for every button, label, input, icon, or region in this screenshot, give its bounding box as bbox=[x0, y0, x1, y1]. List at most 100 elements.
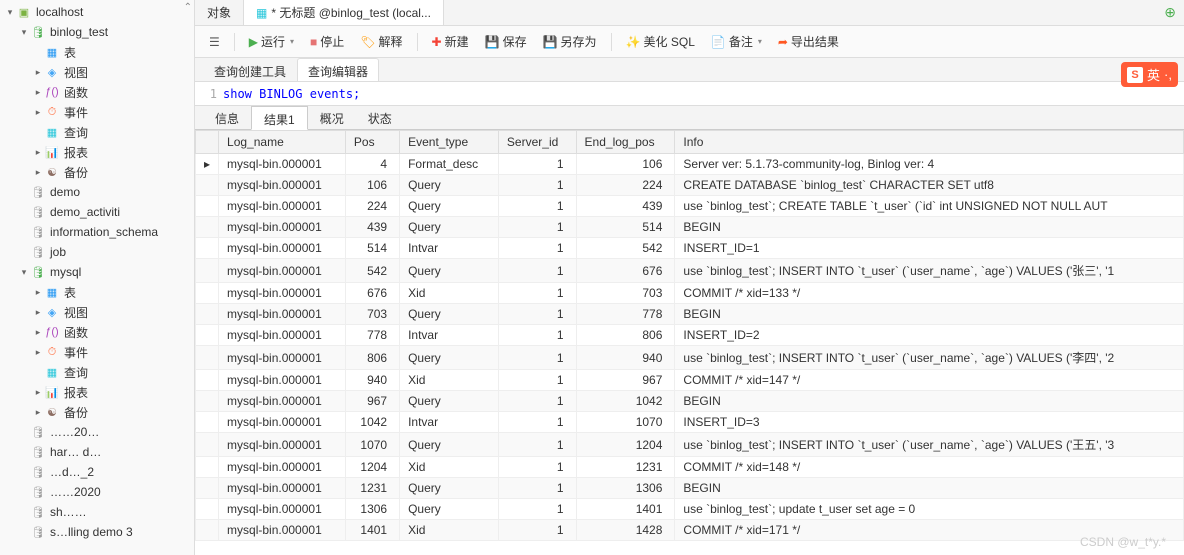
cell[interactable]: Intvar bbox=[400, 412, 499, 433]
tree-item[interactable]: 🛢job bbox=[0, 242, 194, 262]
chevron-down-icon[interactable]: ▾ bbox=[290, 37, 294, 46]
expander-icon[interactable] bbox=[18, 206, 30, 218]
tab-info[interactable]: 信息 bbox=[203, 106, 251, 129]
tree-item[interactable]: 🛢……2020 bbox=[0, 482, 194, 502]
cell[interactable]: 676 bbox=[345, 283, 399, 304]
tab-query-editor[interactable]: 查询编辑器 bbox=[297, 58, 379, 81]
tree-item[interactable]: ▦表 bbox=[0, 42, 194, 62]
expander-icon[interactable] bbox=[18, 466, 30, 478]
cell[interactable]: 806 bbox=[576, 325, 675, 346]
cell[interactable]: 106 bbox=[345, 175, 399, 196]
expander-icon[interactable] bbox=[18, 486, 30, 498]
cell[interactable]: use `binlog_test`; INSERT INTO `t_user` … bbox=[675, 259, 1184, 283]
cell[interactable]: mysql-bin.000001 bbox=[219, 499, 346, 520]
table-row[interactable]: mysql-bin.0000011204Xid11231COMMIT /* xi… bbox=[196, 457, 1184, 478]
expander-icon[interactable]: ▾ bbox=[18, 266, 30, 278]
expander-icon[interactable]: ▸ bbox=[32, 306, 44, 318]
table-row[interactable]: mysql-bin.000001106Query1224CREATE DATAB… bbox=[196, 175, 1184, 196]
tree-item[interactable]: ▸▦表 bbox=[0, 282, 194, 302]
cell[interactable]: 1 bbox=[498, 346, 576, 370]
expander-icon[interactable] bbox=[18, 246, 30, 258]
table-row[interactable]: mysql-bin.0000011042Intvar11070INSERT_ID… bbox=[196, 412, 1184, 433]
tree-item[interactable]: ▾🛢binlog_test bbox=[0, 22, 194, 42]
cell[interactable]: BEGIN bbox=[675, 391, 1184, 412]
cell[interactable]: 1 bbox=[498, 304, 576, 325]
cell[interactable]: BEGIN bbox=[675, 478, 1184, 499]
cell[interactable]: mysql-bin.000001 bbox=[219, 154, 346, 175]
cell[interactable]: Intvar bbox=[400, 325, 499, 346]
collapse-sidebar-icon[interactable]: ⌃ bbox=[184, 2, 192, 13]
tree-item[interactable]: ▦查询 bbox=[0, 362, 194, 382]
cell[interactable]: 1 bbox=[498, 433, 576, 457]
table-row[interactable]: mysql-bin.000001676Xid1703COMMIT /* xid=… bbox=[196, 283, 1184, 304]
expander-icon[interactable]: ▸ bbox=[32, 286, 44, 298]
expander-icon[interactable] bbox=[32, 366, 44, 378]
table-row[interactable]: mysql-bin.000001224Query1439use `binlog_… bbox=[196, 196, 1184, 217]
tree-item[interactable]: 🛢information_schema bbox=[0, 222, 194, 242]
tree-item[interactable]: ▸ƒ()函数 bbox=[0, 322, 194, 342]
cell[interactable]: Query bbox=[400, 346, 499, 370]
tree-item[interactable]: 🛢s…lling demo 3 bbox=[0, 522, 194, 542]
cell[interactable]: 1070 bbox=[576, 412, 675, 433]
cell[interactable]: mysql-bin.000001 bbox=[219, 304, 346, 325]
cell[interactable]: 439 bbox=[345, 217, 399, 238]
cell[interactable]: Query bbox=[400, 196, 499, 217]
table-row[interactable]: mysql-bin.000001703Query1778BEGIN bbox=[196, 304, 1184, 325]
cell[interactable]: Query bbox=[400, 433, 499, 457]
cell[interactable]: 1306 bbox=[576, 478, 675, 499]
cell[interactable]: 1 bbox=[498, 520, 576, 541]
tab-objects[interactable]: 对象 bbox=[195, 0, 244, 25]
cell[interactable]: 1042 bbox=[576, 391, 675, 412]
result-grid[interactable]: Log_namePosEvent_typeServer_idEnd_log_po… bbox=[195, 130, 1184, 555]
cell[interactable]: use `binlog_test`; CREATE TABLE `t_user`… bbox=[675, 196, 1184, 217]
cell[interactable]: Query bbox=[400, 478, 499, 499]
cell[interactable]: 439 bbox=[576, 196, 675, 217]
cell[interactable]: 703 bbox=[576, 283, 675, 304]
cell[interactable]: 224 bbox=[576, 175, 675, 196]
saveas-button[interactable]: 💾另存为 bbox=[537, 30, 603, 53]
tree-item[interactable]: ▸☯备份 bbox=[0, 402, 194, 422]
cell[interactable]: mysql-bin.000001 bbox=[219, 478, 346, 499]
beautify-button[interactable]: ✨美化 SQL bbox=[620, 30, 701, 53]
tree-item[interactable]: ▸📊报表 bbox=[0, 142, 194, 162]
cell[interactable]: Query bbox=[400, 499, 499, 520]
column-header[interactable]: End_log_pos bbox=[576, 131, 675, 154]
cell[interactable]: 1 bbox=[498, 457, 576, 478]
table-row[interactable]: ▸mysql-bin.0000014Format_desc1106Server … bbox=[196, 154, 1184, 175]
cell[interactable]: 542 bbox=[576, 238, 675, 259]
expander-icon[interactable]: ▸ bbox=[32, 346, 44, 358]
cell[interactable]: mysql-bin.000001 bbox=[219, 175, 346, 196]
expander-icon[interactable]: ▾ bbox=[4, 6, 16, 18]
cell[interactable]: 1 bbox=[498, 238, 576, 259]
cell[interactable]: 1042 bbox=[345, 412, 399, 433]
cell[interactable]: 703 bbox=[345, 304, 399, 325]
cell[interactable]: 1 bbox=[498, 283, 576, 304]
expander-icon[interactable]: ▸ bbox=[32, 386, 44, 398]
expander-icon[interactable] bbox=[18, 526, 30, 538]
cell[interactable]: mysql-bin.000001 bbox=[219, 370, 346, 391]
cell[interactable]: Xid bbox=[400, 520, 499, 541]
export-button[interactable]: ➦导出结果 bbox=[772, 30, 845, 53]
cell[interactable]: 514 bbox=[576, 217, 675, 238]
expander-icon[interactable]: ▸ bbox=[32, 66, 44, 78]
cell[interactable]: 1428 bbox=[576, 520, 675, 541]
cell[interactable]: 940 bbox=[576, 346, 675, 370]
cell[interactable]: mysql-bin.000001 bbox=[219, 433, 346, 457]
expander-icon[interactable]: ▸ bbox=[32, 106, 44, 118]
expander-icon[interactable] bbox=[18, 506, 30, 518]
column-header[interactable]: Pos bbox=[345, 131, 399, 154]
tab-query[interactable]: ▦ * 无标题 @binlog_test (local... bbox=[244, 0, 444, 25]
tree-item[interactable]: ▾🛢mysql bbox=[0, 262, 194, 282]
cell[interactable]: Format_desc bbox=[400, 154, 499, 175]
expander-icon[interactable]: ▸ bbox=[32, 86, 44, 98]
expander-icon[interactable]: ▸ bbox=[32, 166, 44, 178]
cell[interactable]: 1 bbox=[498, 325, 576, 346]
cell[interactable]: 676 bbox=[576, 259, 675, 283]
cell[interactable]: mysql-bin.000001 bbox=[219, 325, 346, 346]
table-row[interactable]: mysql-bin.000001439Query1514BEGIN bbox=[196, 217, 1184, 238]
table-row[interactable]: mysql-bin.000001940Xid1967COMMIT /* xid=… bbox=[196, 370, 1184, 391]
tree-item[interactable]: ▸◈视图 bbox=[0, 62, 194, 82]
tree-item[interactable]: ▸⏱事件 bbox=[0, 102, 194, 122]
tree-item[interactable]: 🛢demo_activiti bbox=[0, 202, 194, 222]
cell[interactable]: CREATE DATABASE `binlog_test` CHARACTER … bbox=[675, 175, 1184, 196]
